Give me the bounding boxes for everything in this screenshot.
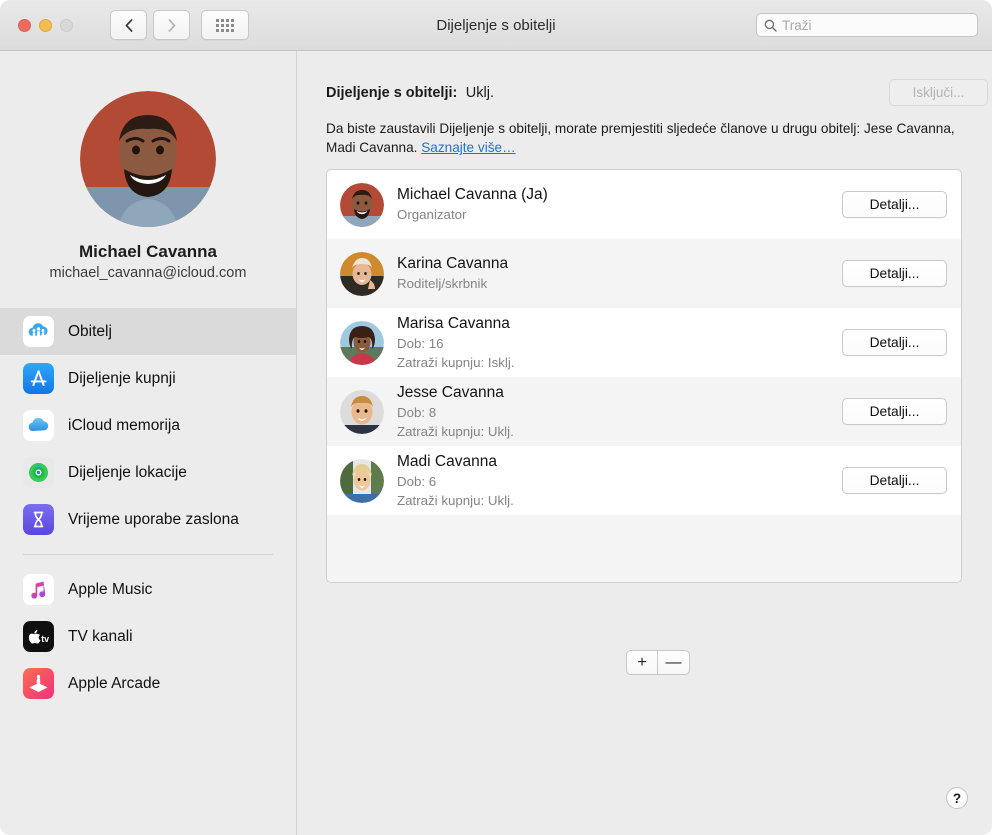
- user-photo: [80, 91, 216, 227]
- sidebar-item-apple-music[interactable]: Apple Music: [0, 566, 296, 613]
- screen-time-icon: [23, 504, 54, 535]
- sidebar-item-tv-kanali[interactable]: tv TV kanali: [0, 613, 296, 660]
- search-icon: [764, 19, 777, 32]
- table-row[interactable]: Karina Cavanna Roditelj/skrbnik Detalji.…: [327, 239, 961, 308]
- system-preferences-window: Dijeljenje s obitelji Traži Michael Cava…: [0, 0, 992, 835]
- member-purchase: Zatraži kupnju: Uklj.: [397, 423, 514, 439]
- sidebar-divider: [23, 554, 273, 555]
- sidebar-item-label: Apple Arcade: [68, 674, 161, 692]
- profile-section: Michael Cavanna michael_cavanna@icloud.c…: [0, 51, 296, 281]
- details-button[interactable]: Detalji...: [842, 398, 947, 425]
- sidebar-item-vrijeme-uporabe-zaslona[interactable]: Vrijeme uporabe zaslona: [0, 496, 296, 543]
- sidebar-item-dijeljenje-kupnji[interactable]: Dijeljenje kupnji: [0, 355, 296, 402]
- member-photo-marisa: [340, 320, 384, 365]
- avatar[interactable]: [80, 91, 216, 227]
- member-info: Jesse Cavanna Dob: 8 Zatraži kupnju: Ukl…: [397, 383, 842, 441]
- member-purchase: Zatraži kupnju: Isklj.: [397, 354, 515, 370]
- status-value: Uklj.: [465, 85, 494, 101]
- status-header: Dijeljenje s obitelji: Uklj.: [326, 84, 966, 102]
- learn-more-link[interactable]: Saznajte više…: [421, 140, 515, 155]
- details-button[interactable]: Detalji...: [842, 191, 947, 218]
- member-age: Dob: 8: [397, 404, 437, 420]
- icloud-icon: [23, 410, 54, 441]
- member-photo-michael: [340, 182, 384, 227]
- main-pane: Dijeljenje s obitelji: Uklj. Isključi...…: [298, 51, 992, 835]
- profile-email: michael_cavanna@icloud.com: [49, 265, 247, 281]
- status-label: Dijeljenje s obitelji:: [326, 85, 458, 101]
- member-name: Karina Cavanna: [397, 255, 509, 272]
- sidebar-item-label: Dijeljenje lokacije: [68, 463, 187, 481]
- sidebar-item-label: Vrijeme uporabe zaslona: [68, 510, 239, 528]
- minimize-button[interactable]: [39, 19, 52, 32]
- member-age: Dob: 16: [397, 335, 444, 351]
- apple-tv-icon: tv: [23, 621, 54, 652]
- add-member-button[interactable]: +: [626, 650, 658, 675]
- sidebar-nav-secondary: Apple Music tv TV kanali Apple Arcade: [0, 566, 296, 707]
- member-purchase: Zatraži kupnju: Uklj.: [397, 492, 514, 508]
- member-role: Roditelj/skrbnik: [397, 276, 488, 291]
- remove-member-button[interactable]: —: [658, 650, 690, 675]
- sidebar-nav-primary: Obitelj Dijeljenje kupnji iCloud memorij…: [0, 308, 296, 543]
- sidebar-item-icloud-memorija[interactable]: iCloud memorija: [0, 402, 296, 449]
- family-cloud-icon: [23, 316, 54, 347]
- zoom-button: [60, 19, 73, 32]
- apple-music-icon: [23, 574, 54, 605]
- forward-button: [153, 10, 190, 40]
- find-my-icon: [23, 457, 54, 488]
- family-member-list: Michael Cavanna (Ja) Organizator Detalji…: [326, 169, 962, 583]
- sidebar-item-label: Apple Music: [68, 580, 153, 598]
- help-button[interactable]: ?: [946, 787, 968, 809]
- member-name: Jesse Cavanna: [397, 383, 504, 401]
- add-remove-controls: + —: [626, 650, 690, 675]
- table-row[interactable]: Madi Cavanna Dob: 6 Zatraži kupnju: Uklj…: [327, 446, 961, 515]
- description-text: Da biste zaustavili Dijeljenje s obitelj…: [326, 119, 960, 157]
- member-info: Michael Cavanna (Ja) Organizator: [397, 185, 842, 224]
- table-row[interactable]: Jesse Cavanna Dob: 8 Zatraži kupnju: Ukl…: [327, 377, 961, 446]
- details-button[interactable]: Detalji...: [842, 260, 947, 287]
- sidebar-item-label: TV kanali: [68, 627, 133, 645]
- close-button[interactable]: [18, 19, 31, 32]
- window-controls: [18, 19, 73, 32]
- member-age: Dob: 6: [397, 473, 437, 489]
- table-row[interactable]: Michael Cavanna (Ja) Organizator Detalji…: [327, 170, 961, 239]
- table-row[interactable]: Marisa Cavanna Dob: 16 Zatraži kupnju: I…: [327, 308, 961, 377]
- search-placeholder: Traži: [782, 17, 812, 33]
- sidebar-item-apple-arcade[interactable]: Apple Arcade: [0, 660, 296, 707]
- member-photo-jesse: [340, 389, 384, 434]
- details-button[interactable]: Detalji...: [842, 329, 947, 356]
- grid-icon: [216, 18, 234, 32]
- sidebar-item-label: iCloud memorija: [68, 416, 180, 434]
- profile-name: Michael Cavanna: [79, 242, 217, 261]
- navigation-buttons: [110, 10, 190, 40]
- member-info: Karina Cavanna Roditelj/skrbnik: [397, 254, 842, 293]
- member-info: Marisa Cavanna Dob: 16 Zatraži kupnju: I…: [397, 314, 842, 372]
- search-field[interactable]: Traži: [756, 13, 978, 37]
- app-store-icon: [23, 363, 54, 394]
- member-name: Michael Cavanna (Ja): [397, 186, 548, 203]
- member-role: Organizator: [397, 207, 467, 222]
- sidebar-item-label: Dijeljenje kupnji: [68, 369, 176, 387]
- title-bar: Dijeljenje s obitelji Traži: [0, 0, 992, 51]
- back-button[interactable]: [110, 10, 147, 40]
- sidebar-item-obitelj[interactable]: Obitelj: [0, 308, 296, 355]
- svg-text:tv: tv: [41, 634, 49, 644]
- member-name: Marisa Cavanna: [397, 314, 510, 332]
- chevron-right-icon: [168, 18, 175, 32]
- member-photo-madi: [340, 458, 384, 503]
- member-photo-karina: [340, 251, 384, 296]
- chevron-left-icon: [125, 18, 132, 32]
- member-name: Madi Cavanna: [397, 452, 497, 470]
- apple-arcade-icon: [23, 668, 54, 699]
- list-empty-area: [327, 515, 961, 582]
- show-all-button[interactable]: [201, 10, 249, 40]
- sidebar-item-label: Obitelj: [68, 322, 112, 340]
- details-button[interactable]: Detalji...: [842, 467, 947, 494]
- member-info: Madi Cavanna Dob: 6 Zatraži kupnju: Uklj…: [397, 452, 842, 510]
- turn-off-button: Isključi...: [889, 79, 988, 106]
- sidebar-item-dijeljenje-lokacije[interactable]: Dijeljenje lokacije: [0, 449, 296, 496]
- sidebar: Michael Cavanna michael_cavanna@icloud.c…: [0, 51, 297, 835]
